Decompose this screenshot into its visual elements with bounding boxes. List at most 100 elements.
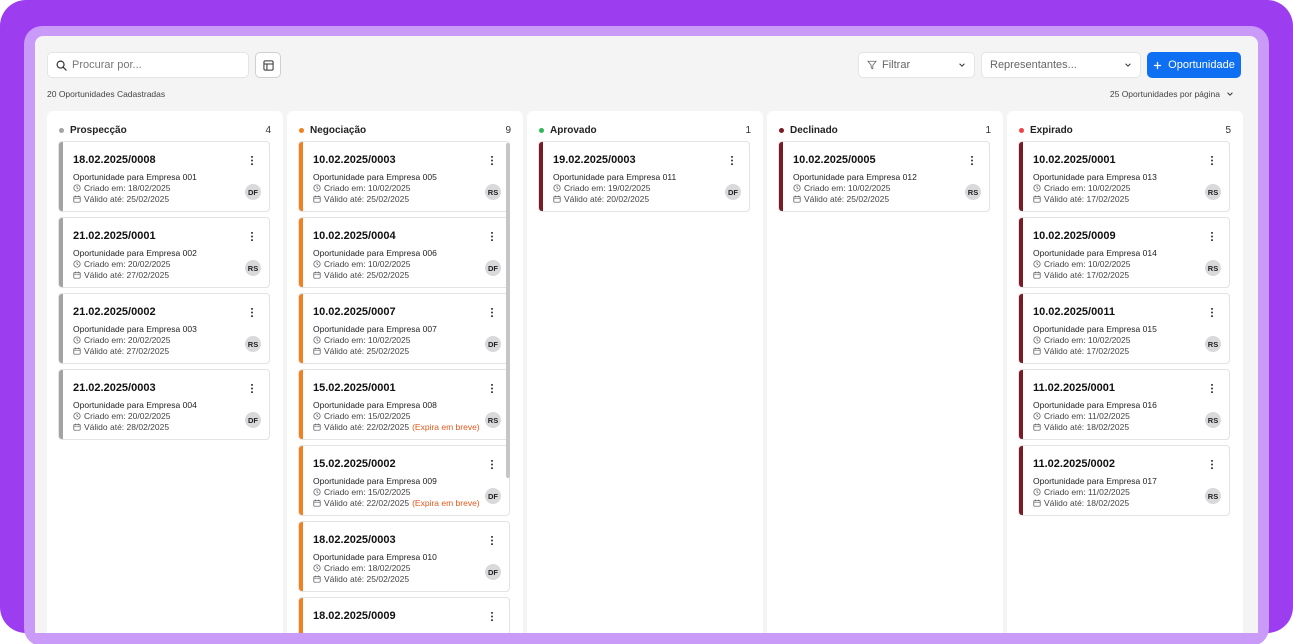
- calendar-icon: [1033, 271, 1041, 279]
- opportunity-card[interactable]: 15.02.2025/0001 Oportunidade para Empresa…: [298, 369, 510, 440]
- opportunity-card[interactable]: 18.02.2025/0009: [298, 597, 510, 633]
- avatar: DF: [485, 336, 501, 352]
- status-bar: [299, 522, 303, 591]
- opportunity-card[interactable]: 15.02.2025/0002 Oportunidade para Empresa…: [298, 445, 510, 516]
- column-count: 5: [1225, 124, 1231, 136]
- created-date-text: Criado em: 10/02/2025: [324, 183, 411, 193]
- opportunity-card[interactable]: 21.02.2025/0001 Oportunidade para Empresa…: [58, 217, 270, 288]
- opportunity-card[interactable]: 10.02.2025/0003 Oportunidade para Empresa…: [298, 141, 510, 212]
- valid-until: Válido até: 25/02/2025: [73, 194, 169, 204]
- status-bar: [1019, 446, 1023, 515]
- valid-until-text: Válido até: 17/02/2025: [1044, 270, 1130, 280]
- card-menu-button[interactable]: [249, 306, 255, 318]
- created-date-text: Criado em: 15/02/2025: [324, 411, 411, 421]
- opportunity-company: Oportunidade para Empresa 012: [793, 172, 917, 182]
- card-menu-button[interactable]: [1209, 230, 1215, 242]
- clock-icon: [313, 260, 321, 268]
- opportunity-company: Oportunidade para Empresa 014: [1033, 248, 1157, 258]
- card-menu-button[interactable]: [489, 534, 495, 546]
- card-menu-button[interactable]: [1209, 154, 1215, 166]
- opportunity-card[interactable]: 19.02.2025/0003 Oportunidade para Empresa…: [538, 141, 750, 212]
- opportunity-card[interactable]: 10.02.2025/0004 Oportunidade para Empresa…: [298, 217, 510, 288]
- calendar-icon: [73, 347, 81, 355]
- more-vertical-icon: [250, 155, 254, 165]
- filter-dropdown[interactable]: Filtrar: [858, 52, 975, 78]
- clock-icon: [73, 412, 81, 420]
- avatar: DF: [485, 488, 501, 504]
- status-bar: [1019, 370, 1023, 439]
- card-menu-button[interactable]: [489, 610, 495, 622]
- created-date: Criado em: 11/02/2025: [1033, 487, 1130, 497]
- opportunity-card[interactable]: 10.02.2025/0005 Oportunidade para Empresa…: [778, 141, 990, 212]
- column-scrollbar[interactable]: [506, 143, 510, 478]
- opportunity-code: 11.02.2025/0002: [1033, 458, 1115, 470]
- card-menu-button[interactable]: [489, 382, 495, 394]
- table-view-button[interactable]: [255, 52, 281, 78]
- card-menu-button[interactable]: [249, 230, 255, 242]
- created-date-text: Criado em: 19/02/2025: [564, 183, 651, 193]
- opportunity-card[interactable]: 11.02.2025/0001 Oportunidade para Empresa…: [1018, 369, 1230, 440]
- valid-until: Válido até: 17/02/2025: [1033, 194, 1129, 204]
- new-opportunity-button[interactable]: Oportunidade: [1147, 52, 1241, 78]
- card-menu-button[interactable]: [489, 230, 495, 242]
- column-header: Negociação 9: [299, 124, 511, 136]
- opportunity-company: Oportunidade para Empresa 002: [73, 248, 197, 258]
- opportunity-card[interactable]: 21.02.2025/0003 Oportunidade para Empresa…: [58, 369, 270, 440]
- plus-icon: [1154, 61, 1162, 69]
- search-input[interactable]: [72, 59, 242, 71]
- search-box[interactable]: [47, 52, 249, 78]
- opportunity-card[interactable]: 21.02.2025/0002 Oportunidade para Empresa…: [58, 293, 270, 364]
- card-menu-button[interactable]: [489, 306, 495, 318]
- opportunity-card[interactable]: 11.02.2025/0002 Oportunidade para Empresa…: [1018, 445, 1230, 516]
- more-vertical-icon: [490, 535, 494, 545]
- card-menu-button[interactable]: [249, 382, 255, 394]
- card-menu-button[interactable]: [1209, 306, 1215, 318]
- more-vertical-icon: [490, 155, 494, 165]
- opportunity-code: 18.02.2025/0009: [313, 610, 396, 622]
- status-bar: [299, 294, 303, 363]
- opportunity-company: Oportunidade para Empresa 009: [313, 476, 437, 486]
- card-menu-button[interactable]: [489, 458, 495, 470]
- valid-until-text: Válido até: 25/02/2025: [324, 574, 410, 584]
- avatar: DF: [245, 412, 261, 428]
- status-bar: [1019, 142, 1023, 211]
- clock-icon: [313, 184, 321, 192]
- valid-until: Válido até: 17/02/2025: [1033, 346, 1129, 356]
- status-bar: [1019, 294, 1023, 363]
- card-menu-button[interactable]: [729, 154, 735, 166]
- card-menu-button[interactable]: [969, 154, 975, 166]
- opportunity-card[interactable]: 10.02.2025/0007 Oportunidade para Empresa…: [298, 293, 510, 364]
- card-menu-button[interactable]: [249, 154, 255, 166]
- representatives-select[interactable]: Representantes...: [981, 52, 1141, 78]
- more-vertical-icon: [490, 231, 494, 241]
- created-date-text: Criado em: 11/02/2025: [1044, 411, 1130, 421]
- card-menu-button[interactable]: [1209, 458, 1215, 470]
- opportunity-card[interactable]: 10.02.2025/0009 Oportunidade para Empresa…: [1018, 217, 1230, 288]
- created-date-text: Criado em: 18/02/2025: [84, 183, 171, 193]
- created-date: Criado em: 10/02/2025: [313, 335, 410, 345]
- opportunity-card[interactable]: 10.02.2025/0001 Oportunidade para Empresa…: [1018, 141, 1230, 212]
- status-bar: [779, 142, 783, 211]
- created-date-text: Criado em: 10/02/2025: [324, 335, 411, 345]
- status-bar: [59, 218, 63, 287]
- created-date-text: Criado em: 10/02/2025: [1044, 335, 1131, 345]
- per-page-selector[interactable]: 25 Oportunidades por página: [1110, 89, 1234, 99]
- calendar-icon: [313, 271, 321, 279]
- valid-until-text: Válido até: 25/02/2025: [324, 346, 410, 356]
- opportunity-card[interactable]: 10.02.2025/0011 Oportunidade para Empresa…: [1018, 293, 1230, 364]
- valid-until-text: Válido até: 27/02/2025: [84, 270, 170, 280]
- opportunities-count: 20 Oportunidades Cadastradas: [47, 89, 166, 99]
- opportunity-company: Oportunidade para Empresa 004: [73, 400, 197, 410]
- opportunity-code: 10.02.2025/0004: [313, 230, 396, 242]
- opportunity-card[interactable]: 18.02.2025/0003 Oportunidade para Empresa…: [298, 521, 510, 592]
- calendar-icon: [73, 195, 81, 203]
- card-menu-button[interactable]: [489, 154, 495, 166]
- opportunity-card[interactable]: 18.02.2025/0008 Oportunidade para Empresa…: [58, 141, 270, 212]
- card-menu-button[interactable]: [1209, 382, 1215, 394]
- opportunity-code: 10.02.2025/0005: [793, 154, 876, 166]
- clock-icon: [1033, 336, 1041, 344]
- new-opportunity-label: Oportunidade: [1168, 59, 1235, 71]
- valid-until: Válido até: 25/02/2025: [793, 194, 889, 204]
- expiring-badge: (Expira em breve): [412, 422, 480, 432]
- opportunity-company: Oportunidade para Empresa 008: [313, 400, 437, 410]
